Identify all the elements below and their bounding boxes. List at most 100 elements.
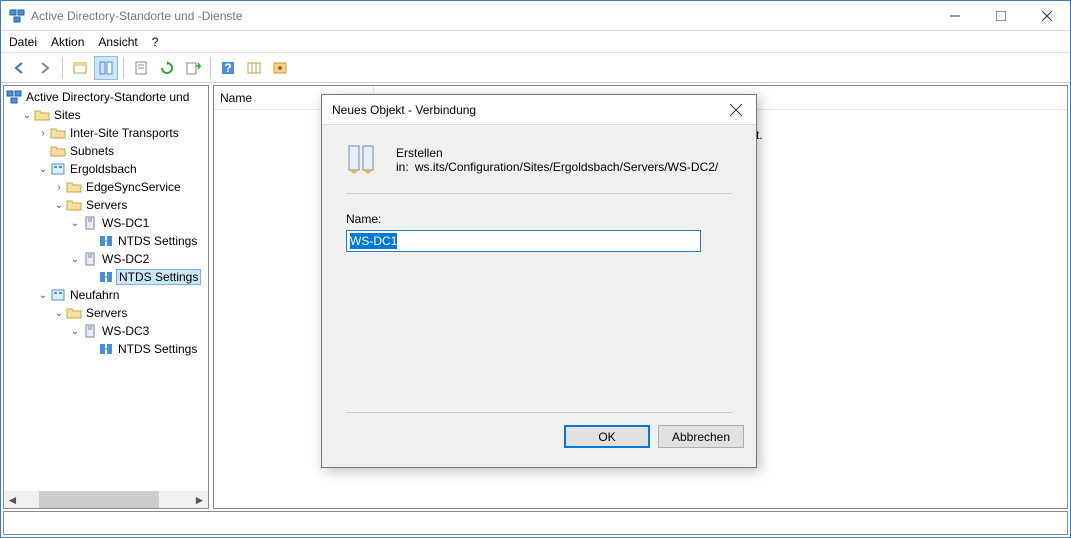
menu-file[interactable]: Datei (9, 35, 37, 49)
menu-view[interactable]: Ansicht (98, 35, 137, 49)
chevron-down-icon[interactable]: ⌄ (68, 254, 82, 265)
tree-panel[interactable]: Active Directory-Standorte und ⌄ Sites ›… (3, 85, 209, 509)
tree-spacer (84, 272, 98, 283)
tree-servers-2[interactable]: ⌄ Servers (4, 304, 208, 322)
scroll-thumb[interactable] (39, 491, 159, 508)
show-hide-tree-button[interactable] (68, 56, 92, 80)
menu-help[interactable]: ? (152, 35, 159, 49)
app-icon (9, 8, 25, 24)
ok-button[interactable]: OK (564, 425, 650, 448)
cancel-button[interactable]: Abbrechen (658, 425, 744, 448)
minimize-button[interactable] (932, 1, 978, 31)
tree-spacer (36, 146, 50, 157)
server-icon (82, 251, 98, 267)
tree-label: Ergoldsbach (68, 162, 139, 176)
tree-dc1[interactable]: ⌄ WS-DC1 (4, 214, 208, 232)
tree-label: EdgeSyncService (84, 180, 183, 194)
server-icon (82, 215, 98, 231)
export-button[interactable] (181, 56, 205, 80)
name-input-value: WS-DC1 (350, 233, 397, 249)
tree-ist[interactable]: › Inter-Site Transports (4, 124, 208, 142)
tree-ntds-3[interactable]: NTDS Settings (4, 340, 208, 358)
tree-edgesync[interactable]: › EdgeSyncService (4, 178, 208, 196)
chevron-right-icon[interactable]: › (36, 128, 50, 139)
tree-label: Active Directory-Standorte und (24, 90, 191, 104)
window-title: Active Directory-Standorte und -Dienste (31, 9, 932, 23)
view-columns-button[interactable] (242, 56, 266, 80)
tree-ntds-2[interactable]: NTDS Settings (4, 268, 208, 286)
tree-dc2[interactable]: ⌄ WS-DC2 (4, 250, 208, 268)
create-in-path: ws.its/Configuration/Sites/Ergoldsbach/S… (415, 160, 718, 174)
tree-label: WS-DC3 (100, 324, 151, 338)
folder-icon (50, 143, 66, 159)
scroll-left-icon[interactable]: ◄ (4, 491, 21, 508)
ntds-icon (98, 341, 114, 357)
close-button[interactable] (1024, 1, 1070, 31)
tree-label: NTDS Settings (116, 234, 199, 248)
tree-servers-1[interactable]: ⌄ Servers (4, 196, 208, 214)
tree-subnets[interactable]: Subnets (4, 142, 208, 160)
servers-icon (346, 143, 380, 177)
tree-root[interactable]: Active Directory-Standorte und (4, 88, 208, 106)
tree-label: Sites (52, 108, 83, 122)
chevron-down-icon[interactable]: ⌄ (52, 200, 66, 211)
chevron-down-icon[interactable]: ⌄ (36, 290, 50, 301)
svg-text:?: ? (224, 61, 231, 75)
refresh-button[interactable] (155, 56, 179, 80)
tree-spacer (84, 344, 98, 355)
help-button[interactable]: ? (216, 56, 240, 80)
menu-action[interactable]: Aktion (51, 35, 84, 49)
dialog-titlebar[interactable]: Neues Objekt - Verbindung (322, 95, 756, 125)
tree-dc3[interactable]: ⌄ WS-DC3 (4, 322, 208, 340)
chevron-right-icon[interactable]: › (52, 182, 66, 193)
ntds-icon (98, 233, 114, 249)
chevron-down-icon[interactable]: ⌄ (52, 308, 66, 319)
properties-button[interactable] (94, 56, 118, 80)
name-label: Name: (346, 212, 732, 226)
create-in-text: Erstellen in: ws.its/Configuration/Sites… (396, 146, 732, 174)
folder-icon (34, 107, 50, 123)
tree-label: NTDS Settings (116, 342, 199, 356)
nav-back-button[interactable] (7, 56, 31, 80)
status-bar (3, 511, 1068, 535)
delete-button[interactable] (129, 56, 153, 80)
tree-sites[interactable]: ⌄ Sites (4, 106, 208, 124)
tree-label: NTDS Settings (116, 269, 201, 285)
scroll-right-icon[interactable]: ► (191, 491, 208, 508)
chevron-down-icon[interactable]: ⌄ (68, 218, 82, 229)
menubar: Datei Aktion Ansicht ? (1, 31, 1070, 53)
sites-services-icon (6, 89, 22, 105)
tree-label: Servers (84, 306, 129, 320)
tree-site-neufahrn[interactable]: ⌄ Neufahrn (4, 286, 208, 304)
tree-site-ergoldsbach[interactable]: ⌄ Ergoldsbach (4, 160, 208, 178)
dialog-title-text: Neues Objekt - Verbindung (332, 103, 716, 117)
name-input[interactable]: WS-DC1 (346, 230, 701, 252)
chevron-down-icon[interactable]: ⌄ (20, 110, 34, 121)
toolbar-separator (123, 57, 124, 79)
site-icon (50, 161, 66, 177)
toolbar-separator (210, 57, 211, 79)
toolbar-separator (62, 57, 63, 79)
tree-label: WS-DC2 (100, 252, 151, 266)
titlebar: Active Directory-Standorte und -Dienste (1, 1, 1070, 31)
tree-label: Servers (84, 198, 129, 212)
nav-forward-button[interactable] (33, 56, 57, 80)
tree-spacer (84, 236, 98, 247)
folder-icon (66, 305, 82, 321)
tree-ntds-1[interactable]: NTDS Settings (4, 232, 208, 250)
dialog-close-button[interactable] (716, 95, 756, 125)
chevron-down-icon[interactable]: ⌄ (36, 164, 50, 175)
maximize-button[interactable] (978, 1, 1024, 31)
folder-icon (50, 125, 66, 141)
tree-label: Inter-Site Transports (68, 126, 181, 140)
filter-button[interactable] (268, 56, 292, 80)
tree-label: Neufahrn (68, 288, 121, 302)
new-connection-dialog: Neues Objekt - Verbindung Erstellen in: … (321, 94, 757, 468)
tree-label: WS-DC1 (100, 216, 151, 230)
folder-icon (66, 179, 82, 195)
horizontal-scrollbar[interactable]: ◄ ► (4, 491, 208, 508)
toolbar: ? (1, 53, 1070, 83)
ntds-icon (98, 269, 114, 285)
server-icon (82, 323, 98, 339)
chevron-down-icon[interactable]: ⌄ (68, 326, 82, 337)
